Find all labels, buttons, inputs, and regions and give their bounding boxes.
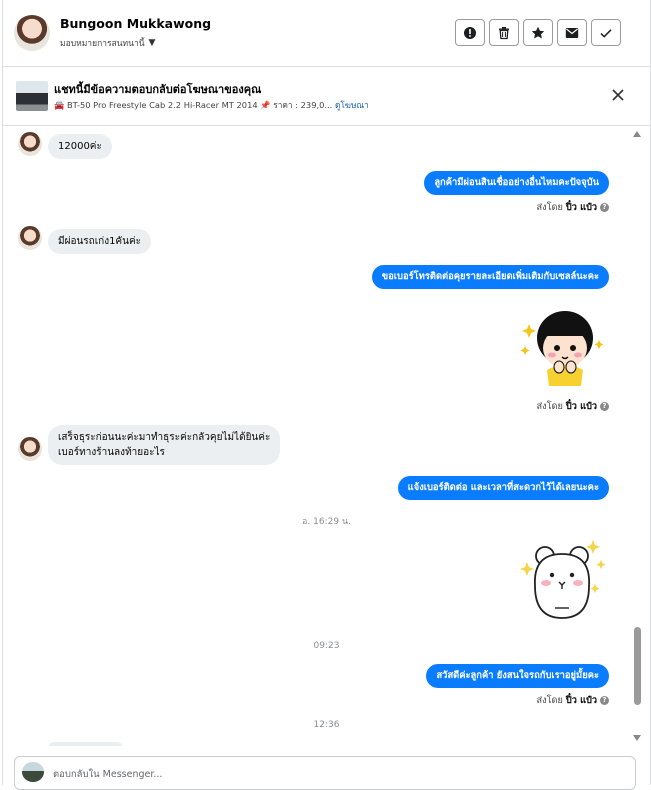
car-icon: 🚘 [54,100,65,110]
sent-by-label: ส่งโดย ปิ๋ว แป๋ว ? [536,399,609,414]
ad-banner-title: แชทนี้มีข้อความตอบกลับต่อโฆษณาของคุณ [54,83,262,96]
alert-icon [464,26,476,39]
incoming-message[interactable]: 12000ค่ะ [48,134,112,159]
contact-avatar-small [18,132,42,156]
contact-avatar[interactable] [14,15,50,51]
contact-avatar-small [18,437,42,461]
hamster-sticker[interactable] [519,538,609,626]
sender-name: ปิ๋ว แป๋ว [565,695,597,706]
star-button[interactable] [523,19,553,46]
trash-icon [499,26,509,39]
sender-name: ปิ๋ว แป๋ว [565,401,597,412]
conversation-panel: Bungoon Mukkawong มอบหมายการสนทนานี้ ▼ แ… [2,0,651,790]
help-icon[interactable]: ? [600,696,609,705]
ad-car-name: BT-50 Pro Freestyle Cab 2.2 Hi-Racer MT … [66,100,258,110]
star-icon [531,26,545,38]
ad-reply-banner: แชทนี้มีข้อความตอบกลับต่อโฆษณาของคุณ 🚘 B… [3,67,650,126]
contact-name[interactable]: Bungoon Mukkawong [60,16,211,31]
incoming-message-partial [48,742,123,746]
scroll-down-arrow[interactable] [633,735,641,741]
outgoing-message[interactable]: ลูกค้ามีผ่อนสินเชื่ออย่างอื่นไหมคะปัจจุบ… [424,171,609,195]
close-icon[interactable] [610,87,626,103]
sent-by-prefix: ส่งโดย [536,202,563,213]
help-icon[interactable]: ? [600,402,609,411]
sent-by-prefix: ส่งโดย [536,695,563,706]
girl-sticker[interactable] [519,304,609,386]
messenger-reply-input[interactable] [51,764,615,784]
delete-button[interactable] [489,19,519,46]
ad-thumbnail [16,81,48,111]
outgoing-message[interactable]: แจ้งเบอร์ติดต่อ และเวลาที่สะดวกไว้ได้เลย… [397,476,609,500]
report-button[interactable] [455,19,485,46]
sent-by-label: ส่งโดย ปิ๋ว แป๋ว ? [536,693,609,708]
page-avatar [22,762,44,782]
message-thread: 12000ค่ะ ลูกค้ามีผ่อนสินเชื่ออย่างอื่นไห… [3,126,650,746]
assign-label: มอบหมายการสนทนานี้ [60,39,145,49]
sender-name: ปิ๋ว แป๋ว [565,202,597,213]
checkmark-icon [600,28,612,38]
timestamp: 12:36 [313,720,340,730]
help-icon[interactable]: ? [600,203,609,212]
message-line: เสร็จธุระก่อนนะค่ะมาทำธุระค่ะกลัวคุยไม่ไ… [58,432,271,443]
ad-price: ราคา : 239,0... [273,100,333,110]
mark-done-button[interactable] [591,19,621,46]
mark-unread-button[interactable] [557,19,587,46]
envelope-icon [565,27,579,38]
conversation-header: Bungoon Mukkawong มอบหมายการสนทนานี้ ▼ [3,0,650,67]
outgoing-message[interactable]: ขอเบอร์โทรติดต่อคุยรายละเอียดเพิ่มเติมกั… [371,265,609,289]
incoming-message[interactable]: มีผ่อนรถเก่ง1คันค่ะ [48,229,152,254]
pin-icon: 📌 [260,100,271,110]
sent-by-prefix: ส่งโดย [536,401,563,412]
incoming-message[interactable]: เสร็จธุระก่อนนะค่ะมาทำธุระค่ะกลัวคุยไม่ไ… [48,425,281,465]
ad-details: 🚘 BT-50 Pro Freestyle Cab 2.2 Hi-Racer M… [54,98,369,112]
outgoing-message[interactable]: สวัสดีค่ะลูกค้า ยังสนใจรถกับเราอยู่มั้ยค… [426,664,609,688]
caret-down-icon: ▼ [148,38,156,48]
contact-avatar-small [18,226,42,250]
header-actions [455,19,621,46]
sent-by-label: ส่งโดย ปิ๋ว แป๋ว ? [536,200,609,215]
view-ad-link[interactable]: ดูโฆษณา [335,100,369,110]
timestamp: 09:23 [313,641,340,651]
scroll-up-arrow[interactable] [633,131,641,137]
assign-conversation-dropdown[interactable]: มอบหมายการสนทนานี้ ▼ [60,36,155,50]
message-line: เบอร์ทางร้านลงท้ายอะไร [58,447,165,458]
timestamp: อ. 16:29 น. [302,517,351,527]
scrollbar-thumb[interactable] [634,627,641,705]
